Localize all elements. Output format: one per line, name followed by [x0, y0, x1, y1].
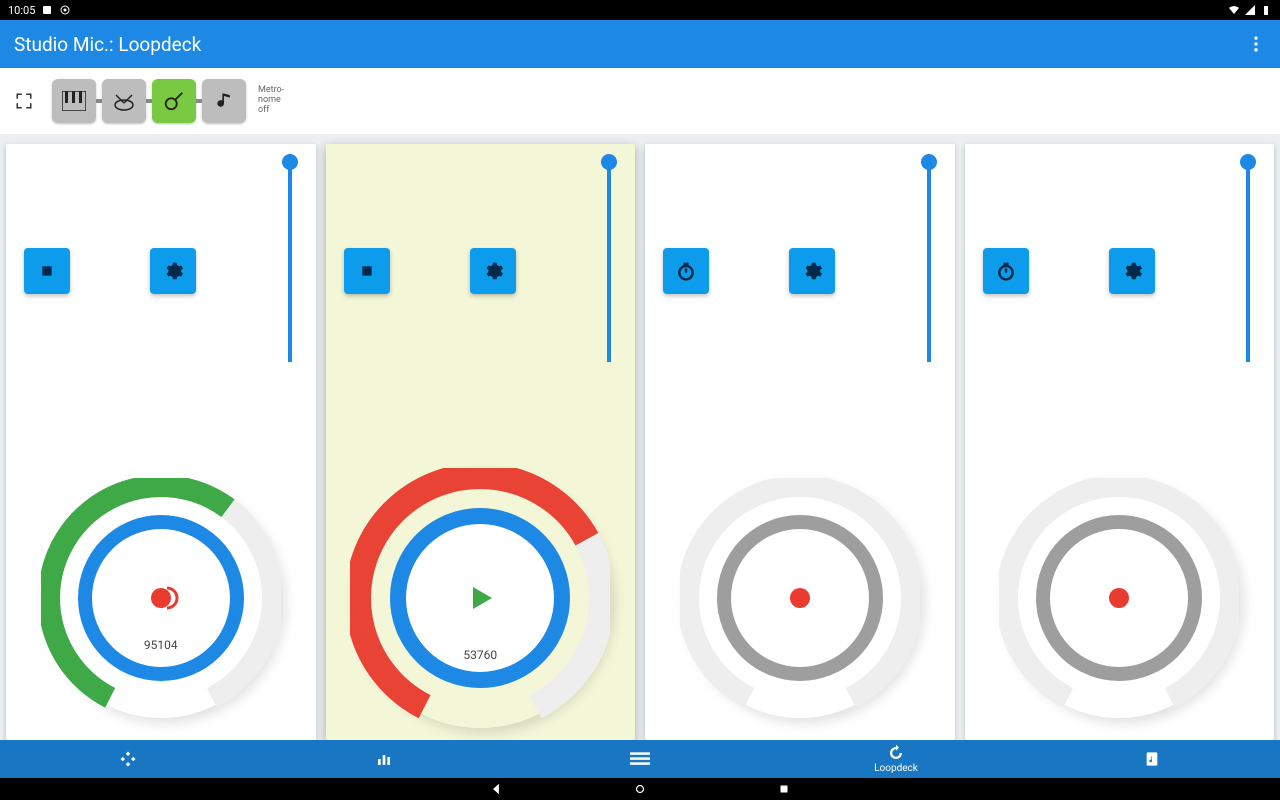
- stop-button[interactable]: [24, 248, 70, 294]
- settings-button[interactable]: [150, 248, 196, 294]
- nav-note[interactable]: [1024, 740, 1280, 778]
- timer-button[interactable]: [663, 248, 709, 294]
- loop-counter: 53760: [350, 648, 610, 662]
- nav-label: Loopdeck: [874, 763, 918, 774]
- recents-icon[interactable]: [777, 782, 791, 796]
- volume-slider[interactable]: [607, 162, 611, 362]
- stop-button[interactable]: [344, 248, 390, 294]
- loop-dial[interactable]: [680, 478, 920, 718]
- loop-card-3: [645, 144, 955, 740]
- fullscreen-button[interactable]: [12, 89, 36, 113]
- settings-button[interactable]: [789, 248, 835, 294]
- nav-lines[interactable]: [512, 740, 768, 778]
- timer-button[interactable]: [983, 248, 1029, 294]
- volume-thumb[interactable]: [601, 154, 617, 170]
- volume-slider[interactable]: [1246, 162, 1250, 362]
- instrument-toolbar: Metro- nome off: [0, 68, 1280, 134]
- metronome-label: Metro- nome off: [258, 86, 284, 116]
- settings-button[interactable]: [1109, 248, 1155, 294]
- android-status-bar: 10:05: [0, 0, 1280, 20]
- volume-slider[interactable]: [927, 162, 931, 362]
- wifi-icon: [1228, 4, 1240, 16]
- home-icon[interactable]: [633, 782, 647, 796]
- toolbar-piano-button[interactable]: [52, 79, 96, 123]
- bottom-nav: Loopdeck: [0, 740, 1280, 778]
- settings-button[interactable]: [470, 248, 516, 294]
- overflow-menu-icon[interactable]: [1246, 34, 1266, 54]
- app-title: Studio Mic.: Loopdeck: [14, 33, 201, 56]
- loop-dial[interactable]: 95104: [41, 478, 281, 718]
- notif-icon: [41, 4, 53, 16]
- loop-dial[interactable]: 53760: [350, 468, 610, 728]
- loop-card-4: [965, 144, 1275, 740]
- toolbar-guitar-button[interactable]: [152, 79, 196, 123]
- volume-thumb[interactable]: [1240, 154, 1256, 170]
- loop-deck-area: 95104 53760: [0, 134, 1280, 740]
- app-bar: Studio Mic.: Loopdeck: [0, 20, 1280, 68]
- record-icon[interactable]: [790, 588, 810, 608]
- record-icon[interactable]: [1109, 588, 1129, 608]
- battery-icon: [1260, 4, 1272, 16]
- nav-plus[interactable]: [0, 740, 256, 778]
- back-icon[interactable]: [489, 782, 503, 796]
- record-icon[interactable]: [151, 588, 171, 608]
- toolbar-note-button[interactable]: [202, 79, 246, 123]
- volume-thumb[interactable]: [282, 154, 298, 170]
- toolbar-drums-button[interactable]: [102, 79, 146, 123]
- loop-counter: 95104: [41, 638, 281, 652]
- notif-icon: [59, 4, 71, 16]
- volume-thumb[interactable]: [921, 154, 937, 170]
- nav-bars[interactable]: [256, 740, 512, 778]
- signal-icon: [1244, 4, 1256, 16]
- volume-slider[interactable]: [288, 162, 292, 362]
- nav-loop[interactable]: Loopdeck: [768, 740, 1024, 778]
- loop-card-1: 95104: [6, 144, 316, 740]
- loop-card-2: 53760: [326, 144, 636, 740]
- status-time: 10:05: [8, 4, 35, 17]
- android-nav-bar: [0, 778, 1280, 800]
- loop-dial[interactable]: [999, 478, 1239, 718]
